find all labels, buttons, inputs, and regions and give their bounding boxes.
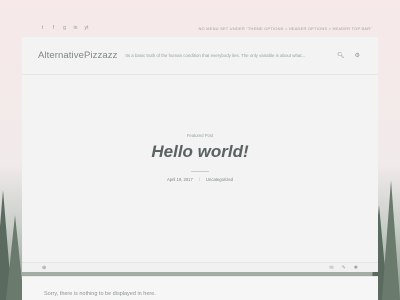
settings-icon[interactable]: ✱	[354, 265, 358, 271]
title-divider	[191, 171, 209, 172]
top-nav-notice: No menu set under "Theme Options > Heade…	[198, 25, 372, 31]
empty-message: Sorry, there is nothing to be displayed …	[44, 291, 156, 297]
content-toolbar: ⊕ ✉ ✎ ✱	[22, 262, 378, 272]
site-header: AlternativePizzazz Its a basic truth of …	[22, 37, 378, 75]
mail-icon[interactable]: ✉	[329, 265, 333, 271]
youtube-icon[interactable]: yt	[84, 25, 89, 31]
top-nav: No menu set under "Theme Options > Heade…	[198, 26, 378, 31]
header-icons: 🔍︎ ⚙︎	[337, 52, 362, 59]
gear-icon[interactable]: ⚙︎	[355, 52, 360, 59]
site-title[interactable]: AlternativePizzazz	[38, 50, 117, 61]
post-title[interactable]: Hello world!	[22, 142, 378, 162]
social-links: t f g in yt	[22, 25, 89, 31]
globe-icon[interactable]: ⊕	[42, 265, 46, 271]
toolbar-icons: ✉ ✎ ✱	[329, 265, 358, 271]
post-date[interactable]: April 19, 2017	[167, 177, 193, 182]
edit-icon[interactable]: ✎	[342, 265, 346, 271]
featured-label: Featured Post	[186, 133, 214, 138]
google-plus-icon[interactable]: g	[62, 25, 67, 31]
linkedin-icon[interactable]: in	[73, 25, 78, 31]
posts-list: Sorry, there is nothing to be displayed …	[22, 276, 378, 300]
main-card: AlternativePizzazz Its a basic truth of …	[22, 36, 378, 262]
search-icon[interactable]: 🔍︎	[337, 52, 345, 59]
top-bar: t f g in yt No menu set under "Theme Opt…	[22, 20, 378, 36]
twitter-icon[interactable]: t	[40, 25, 45, 31]
post-category[interactable]: Uncategorized	[206, 177, 233, 182]
post-meta: April 19, 2017 / Uncategorized	[22, 177, 378, 182]
meta-separator: /	[198, 177, 200, 182]
site-tagline: Its a basic truth of the human condition…	[125, 53, 306, 58]
featured-post: Featured Post Hello world! April 19, 201…	[22, 75, 378, 262]
facebook-icon[interactable]: f	[51, 25, 56, 31]
